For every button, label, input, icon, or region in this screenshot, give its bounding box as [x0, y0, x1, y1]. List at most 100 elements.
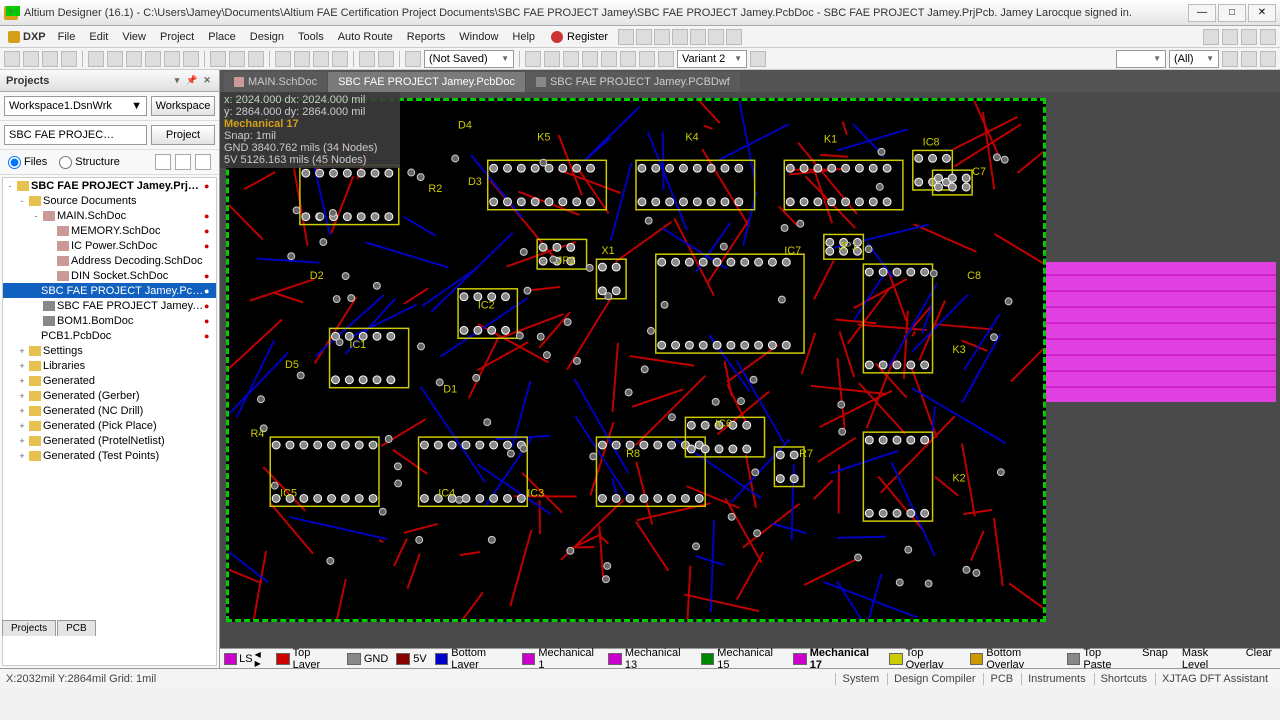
tool-icon[interactable]: [726, 29, 742, 45]
undo-icon[interactable]: [359, 51, 375, 67]
tree-item[interactable]: SBC FAE PROJECT Jamey.PCBDwf●: [3, 298, 216, 313]
tree-item[interactable]: DIN Socket.SchDoc●: [3, 268, 216, 283]
menu-project[interactable]: Project: [154, 31, 200, 43]
tree-item[interactable]: SBC FAE PROJECT Jamey.PcbDoc●: [3, 283, 216, 298]
layer-bar-button[interactable]: Clear: [1242, 647, 1276, 671]
menu-window[interactable]: Window: [453, 31, 504, 43]
structure-radio[interactable]: Structure: [59, 156, 120, 169]
paste-icon[interactable]: [248, 51, 264, 67]
layer-bar-button[interactable]: Snap: [1138, 647, 1172, 671]
tool-icon[interactable]: [1241, 51, 1257, 67]
project-tree[interactable]: -SBC FAE PROJECT Jamey.PrjPcb●-Source Do…: [2, 177, 217, 666]
layer-tab[interactable]: Bottom Overlay: [970, 647, 1059, 671]
tool-icon[interactable]: [313, 51, 329, 67]
layer-tab[interactable]: Bottom Layer: [435, 647, 514, 671]
tool-icon[interactable]: [708, 29, 724, 45]
status-panel-button[interactable]: Design Compiler: [887, 673, 981, 685]
tool-icon[interactable]: [636, 29, 652, 45]
tool-icon[interactable]: [654, 29, 670, 45]
workspace-button[interactable]: Workspace: [151, 96, 215, 116]
panel-pin-icon[interactable]: 📌: [186, 75, 198, 87]
menu-edit[interactable]: Edit: [83, 31, 114, 43]
tool-icon[interactable]: [1260, 51, 1276, 67]
layer-tab[interactable]: Mechanical 13: [608, 647, 692, 671]
tool-icon[interactable]: [1222, 51, 1238, 67]
tool-icon[interactable]: [639, 51, 655, 67]
document-tab[interactable]: SBC FAE PROJECT Jamey.PCBDwf: [526, 72, 740, 92]
layer-bar-button[interactable]: Mask Level: [1178, 647, 1236, 671]
tool-icon[interactable]: [563, 51, 579, 67]
tree-item[interactable]: -MAIN.SchDoc●: [3, 208, 216, 223]
tree-item[interactable]: Address Decoding.SchDoc: [3, 253, 216, 268]
tool-icon[interactable]: [405, 51, 421, 67]
layer-tab[interactable]: Mechanical 1: [522, 647, 601, 671]
tree-item[interactable]: BOM1.BomDoc●: [3, 313, 216, 328]
menu-view[interactable]: View: [116, 31, 152, 43]
status-panel-button[interactable]: Shortcuts: [1094, 673, 1153, 685]
panel-menu-icon[interactable]: ▾: [171, 75, 183, 87]
tree-item[interactable]: +Generated: [3, 373, 216, 388]
opts-icon[interactable]: [195, 154, 211, 170]
tree-item[interactable]: MEMORY.SchDoc●: [3, 223, 216, 238]
tool-icon[interactable]: [690, 29, 706, 45]
new-icon[interactable]: [4, 51, 20, 67]
status-panel-button[interactable]: XJTAG DFT Assistant: [1155, 673, 1274, 685]
tool-icon[interactable]: [582, 51, 598, 67]
tree-item[interactable]: +Libraries: [3, 358, 216, 373]
close-button[interactable]: ✕: [1248, 4, 1276, 22]
pcb-canvas[interactable]: x: 2024.000 dx: 2024.000 mil y: 2864.000…: [220, 92, 1280, 648]
save-icon[interactable]: [42, 51, 58, 67]
minimize-button[interactable]: —: [1188, 4, 1216, 22]
document-tab[interactable]: MAIN.SchDoc: [224, 72, 327, 92]
menu-reports[interactable]: Reports: [401, 31, 452, 43]
bottom-tab-pcb[interactable]: PCB: [57, 620, 96, 636]
tool-icon[interactable]: [672, 29, 688, 45]
select-icon[interactable]: [275, 51, 291, 67]
maximize-button[interactable]: □: [1218, 4, 1246, 22]
document-tab[interactable]: SBC FAE PROJECT Jamey.PcbDoc: [328, 72, 525, 92]
tree-item[interactable]: -SBC FAE PROJECT Jamey.PrjPcb●: [3, 178, 216, 193]
copy-icon[interactable]: [229, 51, 245, 67]
layer-tab[interactable]: 5V: [396, 653, 426, 665]
sort-icon[interactable]: [175, 154, 191, 170]
layer-tab[interactable]: GND: [347, 653, 388, 665]
menu-place[interactable]: Place: [202, 31, 242, 43]
back-icon[interactable]: [1222, 29, 1238, 45]
status-panel-button[interactable]: Instruments: [1021, 673, 1091, 685]
tool-icon[interactable]: [618, 29, 634, 45]
tree-item[interactable]: +Generated (Test Points): [3, 448, 216, 463]
dxp-menu[interactable]: DXP: [4, 31, 50, 43]
tool-icon[interactable]: [658, 51, 674, 67]
status-panel-button[interactable]: System: [835, 673, 885, 685]
tool-icon[interactable]: [145, 51, 161, 67]
project-field[interactable]: SBC FAE PROJECT Jamey.PrjPcb: [4, 125, 147, 145]
nav-icon[interactable]: [1260, 29, 1276, 45]
pcb-board[interactable]: D4K5K4K1IC8C7D3R2JP2X1IC7JP1C8IC2K3IC1D5…: [226, 98, 1046, 622]
bottom-tab-projects[interactable]: Projects: [2, 620, 56, 636]
tool-icon[interactable]: [183, 51, 199, 67]
menu-file[interactable]: File: [52, 31, 82, 43]
panel-close-icon[interactable]: ✕: [201, 75, 213, 87]
tool-icon[interactable]: [525, 51, 541, 67]
tree-item[interactable]: IC Power.SchDoc●: [3, 238, 216, 253]
forward-icon[interactable]: [1241, 29, 1257, 45]
redo-icon[interactable]: [378, 51, 394, 67]
tree-item[interactable]: +Generated (ProtelNetlist): [3, 433, 216, 448]
layer-tab[interactable]: Mechanical 17: [793, 647, 881, 671]
tool-icon[interactable]: [544, 51, 560, 67]
menu-help[interactable]: Help: [506, 31, 541, 43]
print-icon[interactable]: [61, 51, 77, 67]
save-state-select[interactable]: (Not Saved)▼: [424, 50, 514, 68]
project-button[interactable]: Project: [151, 125, 215, 145]
open-icon[interactable]: [23, 51, 39, 67]
tree-item[interactable]: +Generated (Pick Place): [3, 418, 216, 433]
cut-icon[interactable]: [210, 51, 226, 67]
register-link[interactable]: Register: [551, 31, 608, 43]
home-icon[interactable]: [1203, 29, 1219, 45]
layer-tab[interactable]: Top Paste: [1067, 647, 1130, 671]
files-radio[interactable]: Files: [8, 156, 47, 169]
tree-item[interactable]: +Generated (Gerber): [3, 388, 216, 403]
filter-select[interactable]: ▼: [1116, 50, 1166, 68]
layer-tab[interactable]: Top Overlay: [889, 647, 962, 671]
tool-icon[interactable]: [601, 51, 617, 67]
